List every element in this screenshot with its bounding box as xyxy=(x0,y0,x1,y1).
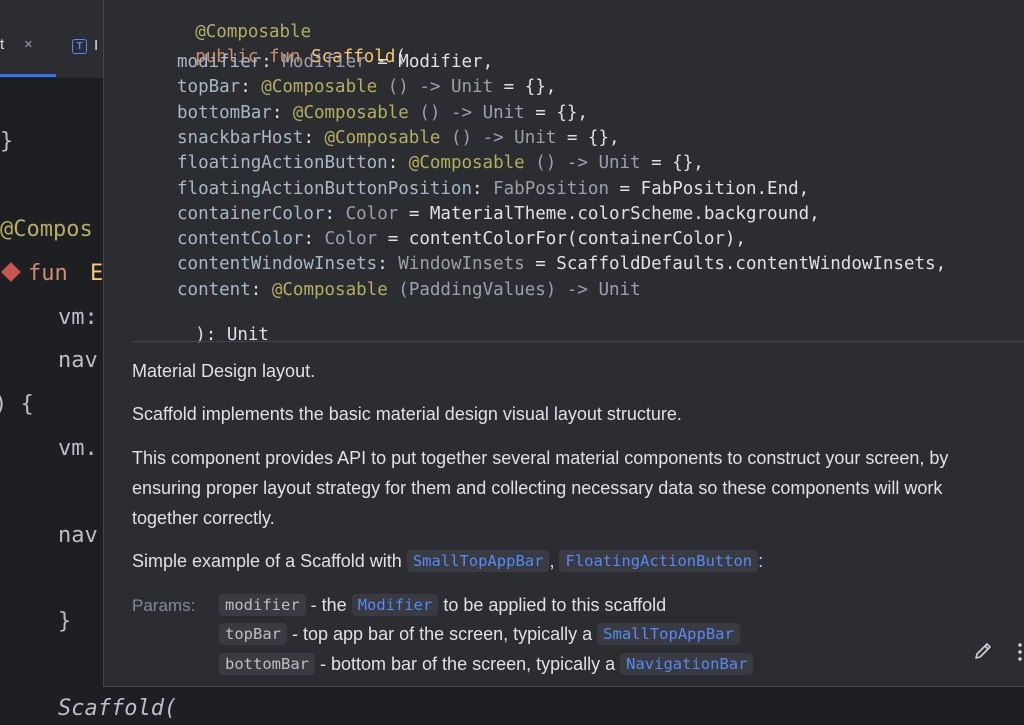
param-description: - top app bar of the screen, typically a xyxy=(287,624,598,644)
param-default: = Modifier, xyxy=(366,52,494,72)
param-colon: : xyxy=(240,77,262,98)
param-annotation: @Composable xyxy=(271,279,388,300)
param-type: () -> Unit xyxy=(408,102,525,123)
signature-param-line: bottomBar: @Composable () -> Unit = {}, xyxy=(177,103,588,123)
param-type: Color xyxy=(345,203,399,224)
signature-param-line: floatingActionButtonPosition: FabPositio… xyxy=(177,179,809,199)
param-colon: : xyxy=(261,52,283,72)
param-annotation: @Composable xyxy=(261,77,378,98)
signature-param-line: modifier: Modifier = Modifier, xyxy=(177,52,493,72)
signature-param-line: contentWindowInsets: WindowInsets = Scaf… xyxy=(177,254,946,274)
param-default: = FabPosition.End, xyxy=(609,178,810,199)
param-default: = MaterialTheme.colorScheme.background, xyxy=(398,203,820,224)
code-line-fun-keyword: fun xyxy=(28,261,68,286)
param-name: bottomBar xyxy=(177,102,272,123)
param-colon: : xyxy=(303,229,325,250)
param-name: content xyxy=(177,279,251,300)
param-colon: : xyxy=(303,127,325,148)
param-annotation: @Composable xyxy=(408,153,525,174)
code-line-vm-dot: vm. xyxy=(58,436,98,461)
param-name: floatingActionButton xyxy=(177,153,388,174)
param-default: = {}, xyxy=(640,153,704,174)
link-floating-action-button[interactable]: FloatingActionButton xyxy=(559,550,759,572)
param-default: = contentColorFor(containerColor), xyxy=(377,229,746,250)
param-description-tail: to be applied to this scaffold xyxy=(438,595,667,615)
param-annotation: @Composable xyxy=(324,127,441,148)
signature-param-line: content: @Composable (PaddingValues) -> … xyxy=(177,280,641,300)
param-type-link[interactable]: NavigationBar xyxy=(620,653,754,675)
tab-active-label: t xyxy=(0,36,5,53)
breakpoint-diamond-icon[interactable] xyxy=(1,262,21,282)
divider xyxy=(132,341,1024,342)
tab-active-underline xyxy=(0,74,56,77)
param-description: - bottom bar of the screen, typically a xyxy=(315,654,621,674)
code-line-paren-brace: ) { xyxy=(0,392,34,417)
params-label: Params: xyxy=(132,596,196,615)
param-type-link[interactable]: Modifier xyxy=(351,594,439,616)
param-colon: : xyxy=(472,178,494,199)
param-default: = {}, xyxy=(493,77,557,98)
param-type: Modifier xyxy=(282,52,367,72)
param-name: contentColor xyxy=(177,229,304,250)
param-annotation: @Composable xyxy=(292,102,409,123)
doc-paragraph-summary: Material Design layout. xyxy=(132,361,316,381)
param-colon: : xyxy=(324,203,346,224)
param-type: () -> Unit xyxy=(377,77,494,98)
param-name-chip: bottomBar xyxy=(219,653,315,675)
param-colon: : xyxy=(377,254,399,275)
tab-second-file[interactable]: T I xyxy=(72,37,104,61)
param-name: floatingActionButtonPosition xyxy=(177,178,473,199)
quick-documentation-popup[interactable]: @Composable public fun Scaffold( modifie… xyxy=(103,0,1024,687)
signature-param-line: topBar: @Composable () -> Unit = {}, xyxy=(177,77,556,97)
param-colon: : xyxy=(271,102,293,123)
pencil-icon[interactable] xyxy=(972,640,994,662)
param-name-chip: topBar xyxy=(219,623,287,645)
code-line-nav-2: nav xyxy=(58,523,98,548)
param-default: = {}, xyxy=(524,102,588,123)
function-signature: @Composable public fun Scaffold( modifie… xyxy=(104,0,1024,345)
signature-param-line: snackbarHost: @Composable () -> Unit = {… xyxy=(177,128,620,148)
code-line-annotation: @Compos xyxy=(0,217,93,242)
param-colon: : xyxy=(250,279,272,300)
code-line-close-brace-2: } xyxy=(58,609,72,634)
param-name-chip: modifier xyxy=(219,594,306,616)
param-type: () -> Unit xyxy=(440,127,557,148)
signature-param-line: contentColor: Color = contentColorFor(co… xyxy=(177,229,746,249)
code-line-scaffold-call: Scaffold( xyxy=(58,696,178,721)
close-icon[interactable]: × xyxy=(24,36,33,53)
kotlin-type-icon: T xyxy=(72,39,87,54)
param-default: = ScaffoldDefaults.contentWindowInsets, xyxy=(524,254,947,275)
code-line-close-brace: } xyxy=(0,129,14,154)
doc-paragraph-example: Simple example of a Scaffold with SmallT… xyxy=(132,550,764,572)
param-name: containerColor xyxy=(177,203,325,224)
param-name: snackbarHost xyxy=(177,127,304,148)
param-type: () -> Unit xyxy=(524,153,641,174)
param-colon: : xyxy=(387,153,409,174)
tab-active-file[interactable]: t × xyxy=(0,36,56,63)
param-type-link[interactable]: SmallTopAppBar xyxy=(597,623,740,645)
param-name: topBar xyxy=(177,77,241,98)
param-type: (PaddingValues) -> Unit xyxy=(387,279,641,300)
param-row: modifier - the Modifier to be applied to… xyxy=(219,594,666,616)
link-small-top-app-bar[interactable]: SmallTopAppBar xyxy=(406,550,550,572)
param-row: topBar - top app bar of the screen, typi… xyxy=(219,623,740,645)
code-line-fun-name: E xyxy=(90,261,104,286)
param-name: contentWindowInsets xyxy=(177,254,378,275)
param-name: modifier xyxy=(177,52,262,72)
doc-paragraph-details: This component provides API to put toget… xyxy=(132,448,949,528)
param-description: - the xyxy=(305,595,352,615)
param-row: bottomBar - bottom bar of the screen, ty… xyxy=(219,653,754,675)
more-vertical-icon[interactable] xyxy=(1014,640,1024,664)
code-line-nav: nav xyxy=(58,348,98,373)
param-type: Color xyxy=(324,229,378,250)
signature-param-line: containerColor: Color = MaterialTheme.co… xyxy=(177,204,820,224)
param-default: = {}, xyxy=(556,127,620,148)
param-type: FabPosition xyxy=(493,178,609,199)
doc-paragraph-description: Scaffold implements the basic material d… xyxy=(132,404,682,424)
signature-param-line: floatingActionButton: @Composable () -> … xyxy=(177,153,704,173)
code-line-vm: vm: xyxy=(58,305,98,330)
param-type: WindowInsets xyxy=(398,254,525,275)
tab-second-label: I xyxy=(94,37,99,54)
